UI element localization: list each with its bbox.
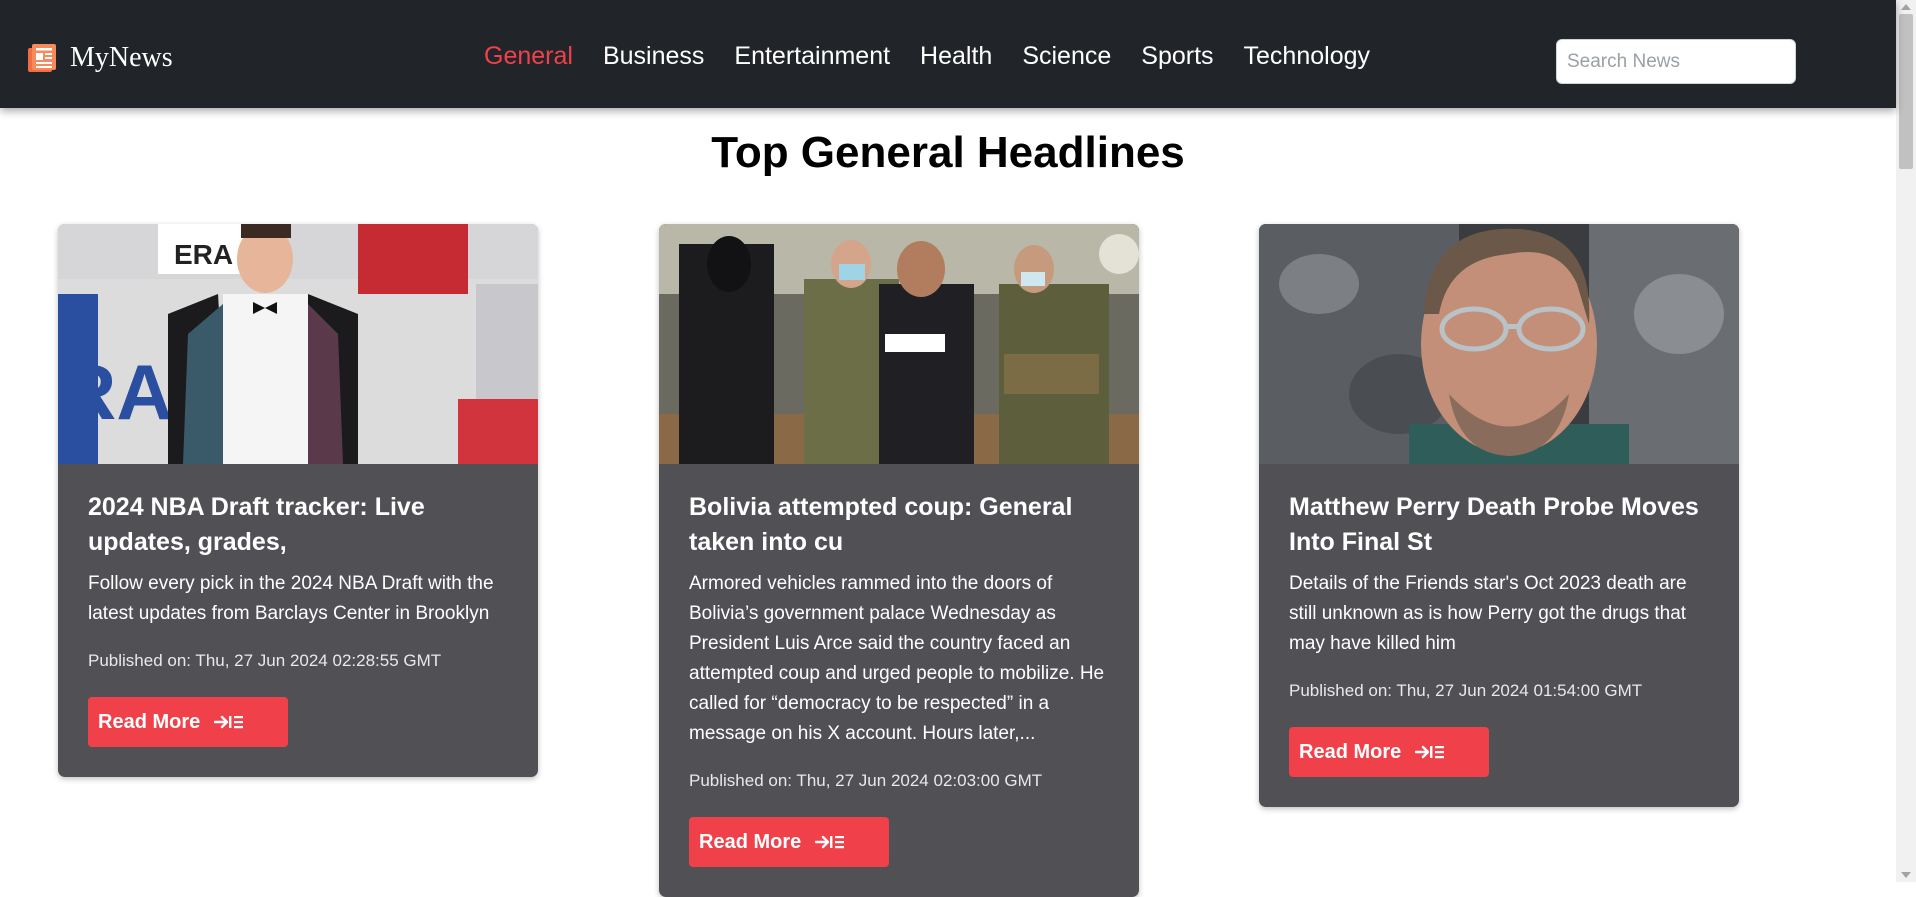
nav-item-science[interactable]: Science bbox=[1022, 42, 1111, 71]
navbar: MyNews General Business Entertainment He… bbox=[0, 0, 1896, 108]
arrow-to-list-icon bbox=[1415, 745, 1445, 759]
scroll-up-arrow-icon[interactable] bbox=[1901, 4, 1911, 10]
news-description: Details of the Friends star's Oct 2023 d… bbox=[1289, 573, 1687, 654]
news-card: ERA RAFT 2024 NBA Draft tracker: Live up… bbox=[58, 224, 538, 777]
read-more-label: Read More bbox=[699, 830, 802, 853]
news-published-date: Published on: Thu, 27 Jun 2024 02:03:00 … bbox=[689, 771, 1043, 790]
nav-item-technology[interactable]: Technology bbox=[1244, 42, 1370, 71]
newspaper-icon bbox=[28, 44, 56, 72]
nav-item-entertainment[interactable]: Entertainment bbox=[734, 42, 890, 71]
nav-item-health[interactable]: Health bbox=[920, 42, 992, 71]
page-title: Top General Headlines bbox=[711, 128, 1185, 177]
arrow-to-list-icon bbox=[815, 835, 845, 849]
news-title: 2024 NBA Draft tracker: Live updates, gr… bbox=[88, 493, 425, 556]
nav-item-general[interactable]: General bbox=[484, 42, 573, 71]
news-image: ERA RAFT bbox=[58, 224, 538, 464]
read-more-button[interactable]: Read More bbox=[689, 817, 889, 867]
search-input[interactable] bbox=[1556, 39, 1796, 84]
scrollbar-thumb[interactable] bbox=[1899, 14, 1913, 169]
news-card: Matthew Perry Death Probe Moves Into Fin… bbox=[1259, 224, 1739, 807]
news-title: Matthew Perry Death Probe Moves Into Fin… bbox=[1289, 493, 1699, 556]
news-description: Armored vehicles rammed into the doors o… bbox=[689, 573, 1105, 744]
news-image bbox=[1259, 224, 1739, 464]
scroll-down-arrow-icon[interactable] bbox=[1901, 872, 1911, 878]
read-more-label: Read More bbox=[1299, 740, 1402, 763]
read-more-button[interactable]: Read More bbox=[88, 697, 288, 747]
news-published-date: Published on: Thu, 27 Jun 2024 02:28:55 … bbox=[88, 651, 442, 670]
read-more-button[interactable]: Read More bbox=[1289, 727, 1489, 777]
nav-item-business[interactable]: Business bbox=[603, 42, 704, 71]
brand-link[interactable]: MyNews bbox=[28, 42, 173, 74]
read-more-label: Read More bbox=[98, 710, 201, 733]
category-nav: General Business Entertainment Health Sc… bbox=[484, 42, 1400, 71]
arrow-to-list-icon bbox=[214, 715, 244, 729]
news-description: Follow every pick in the 2024 NBA Draft … bbox=[88, 573, 494, 624]
scrollbar[interactable] bbox=[1896, 0, 1916, 882]
svg-text:ERA: ERA bbox=[174, 239, 233, 270]
news-image bbox=[659, 224, 1139, 464]
news-published-date: Published on: Thu, 27 Jun 2024 01:54:00 … bbox=[1289, 681, 1643, 700]
nav-item-sports[interactable]: Sports bbox=[1141, 42, 1213, 71]
news-title: Bolivia attempted coup: General taken in… bbox=[689, 493, 1073, 556]
brand-name: MyNews bbox=[70, 42, 173, 73]
news-card: Bolivia attempted coup: General taken in… bbox=[659, 224, 1139, 897]
